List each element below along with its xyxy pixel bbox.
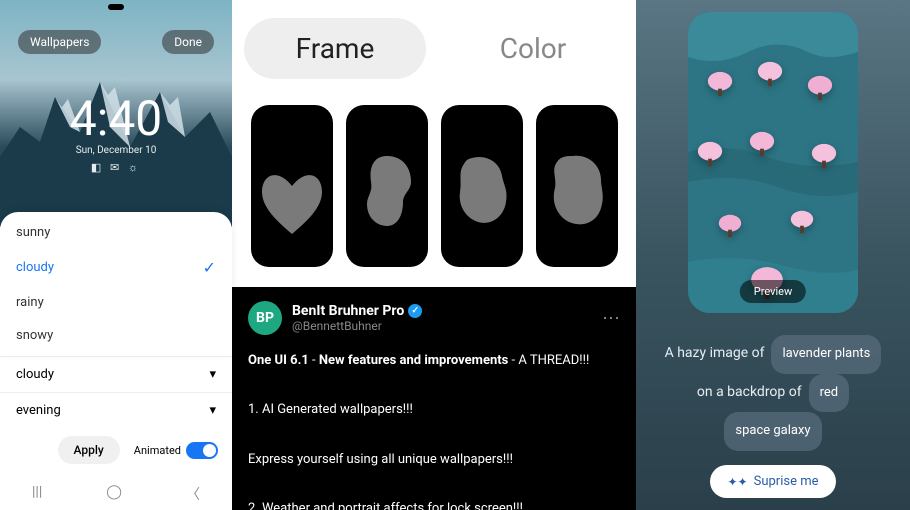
dropdown-label: cloudy bbox=[16, 367, 54, 382]
apply-button[interactable]: Apply bbox=[58, 436, 120, 464]
weather-option-sunny[interactable]: sunny bbox=[0, 216, 232, 249]
chevron-down-icon: ▾ bbox=[209, 367, 216, 382]
tweet-line: 2. Weather and portrait affects for lock… bbox=[248, 497, 620, 510]
weather-option-cloudy[interactable]: cloudy ✓ bbox=[0, 249, 232, 286]
wallpapers-button[interactable]: Wallpapers bbox=[18, 30, 101, 54]
weather-options-menu: sunny cloudy ✓ rainy snowy bbox=[0, 212, 232, 356]
avatar[interactable]: BP bbox=[248, 301, 282, 335]
prompt-mid: on a backdrop of bbox=[697, 384, 802, 400]
animated-toggle[interactable] bbox=[186, 442, 218, 459]
tab-color[interactable]: Color bbox=[442, 18, 624, 79]
wallpaper-settings-panel: Wallpapers Done 4:40 Sun, December 10 ◧ … bbox=[0, 0, 232, 510]
tweet-line: 1. AI Generated wallpapers!!! bbox=[248, 398, 620, 423]
tweet-line: Express yourself using all unique wallpa… bbox=[248, 448, 620, 473]
surprise-me-button[interactable]: ✦✦ Suprise me bbox=[710, 465, 837, 498]
tab-frame[interactable]: Frame bbox=[244, 18, 426, 79]
tweet-card: BP BenIt Bruhner Pro ✓ @BennettBuhner ⋯ … bbox=[232, 287, 636, 510]
tweet-handle[interactable]: @BennettBuhner bbox=[292, 319, 422, 333]
lockscreen-clock: 4:40 Sun, December 10 ◧ ✉ ☼ bbox=[0, 95, 232, 174]
dropdown-label: evening bbox=[16, 403, 61, 418]
frame-shape-blob3[interactable] bbox=[536, 105, 618, 267]
tweet-display-name[interactable]: BenIt Bruhner Pro ✓ bbox=[292, 303, 422, 319]
tweet-header: BP BenIt Bruhner Pro ✓ @BennettBuhner ⋯ bbox=[248, 301, 620, 335]
prompt-prefix: A hazy image of bbox=[665, 345, 765, 361]
preview-top-bar: Wallpapers Done bbox=[18, 30, 214, 54]
frame-color-panel: Frame Color BP BenIt Bruhner Pro ✓ @Benn… bbox=[232, 0, 636, 510]
frame-shape-heart[interactable] bbox=[251, 105, 333, 267]
surprise-label: Suprise me bbox=[754, 474, 819, 489]
frame-shape-blob2[interactable] bbox=[441, 105, 523, 267]
device-notch bbox=[108, 4, 124, 10]
animated-label: Animated bbox=[134, 444, 181, 457]
sparkle-icon: ✦✦ bbox=[728, 475, 748, 489]
dropdown-time[interactable]: evening ▾ bbox=[0, 392, 232, 428]
weather-option-label: rainy bbox=[16, 295, 44, 310]
nav-back-icon[interactable]: 〈 bbox=[186, 484, 200, 504]
done-button[interactable]: Done bbox=[162, 30, 214, 54]
prompt-text: A hazy image of lavender plants on a bac… bbox=[665, 335, 882, 451]
prompt-chip-setting[interactable]: space galaxy bbox=[724, 412, 821, 451]
frame-shape-blob1[interactable] bbox=[346, 105, 428, 267]
nav-home-icon[interactable]: ◯ bbox=[106, 484, 122, 504]
weather-option-rainy[interactable]: rainy bbox=[0, 286, 232, 319]
lockscreen-preview: Wallpapers Done 4:40 Sun, December 10 ◧ … bbox=[0, 0, 232, 227]
clock-time: 4:40 bbox=[0, 95, 232, 143]
animated-toggle-wrap: Animated bbox=[134, 442, 218, 459]
tweet-author-block: BenIt Bruhner Pro ✓ @BennettBuhner bbox=[292, 303, 422, 333]
chevron-down-icon: ▾ bbox=[209, 403, 216, 418]
frame-shape-row bbox=[232, 99, 636, 287]
clock-date: Sun, December 10 bbox=[0, 145, 232, 156]
ai-wallpaper-panel: Preview A hazy image of lavender plants … bbox=[636, 0, 910, 510]
weather-option-snowy[interactable]: snowy bbox=[0, 319, 232, 352]
weather-option-label: snowy bbox=[16, 328, 53, 343]
tweet-body: One UI 6.1 - New features and improvemen… bbox=[248, 349, 620, 510]
tweet-title: One UI 6.1 - New features and improvemen… bbox=[248, 349, 620, 374]
prompt-chip-subject[interactable]: lavender plants bbox=[771, 335, 881, 374]
clock-notification-icons: ◧ ✉ ☼ bbox=[0, 161, 232, 174]
nav-recent-icon[interactable]: ||| bbox=[32, 484, 42, 504]
android-nav-bar: ||| ◯ 〈 bbox=[0, 472, 232, 510]
prompt-chip-color[interactable]: red bbox=[809, 374, 850, 413]
verified-icon: ✓ bbox=[408, 304, 422, 318]
controls-row: Apply Animated bbox=[0, 428, 232, 472]
weather-option-label: sunny bbox=[16, 225, 50, 240]
more-icon[interactable]: ⋯ bbox=[602, 308, 620, 329]
phone-preview[interactable]: Preview bbox=[688, 12, 858, 313]
check-icon: ✓ bbox=[203, 258, 216, 277]
tab-strip: Frame Color bbox=[232, 0, 636, 99]
weather-option-label: cloudy bbox=[16, 260, 54, 275]
dropdown-weather[interactable]: cloudy ▾ bbox=[0, 356, 232, 392]
preview-button[interactable]: Preview bbox=[740, 280, 806, 303]
